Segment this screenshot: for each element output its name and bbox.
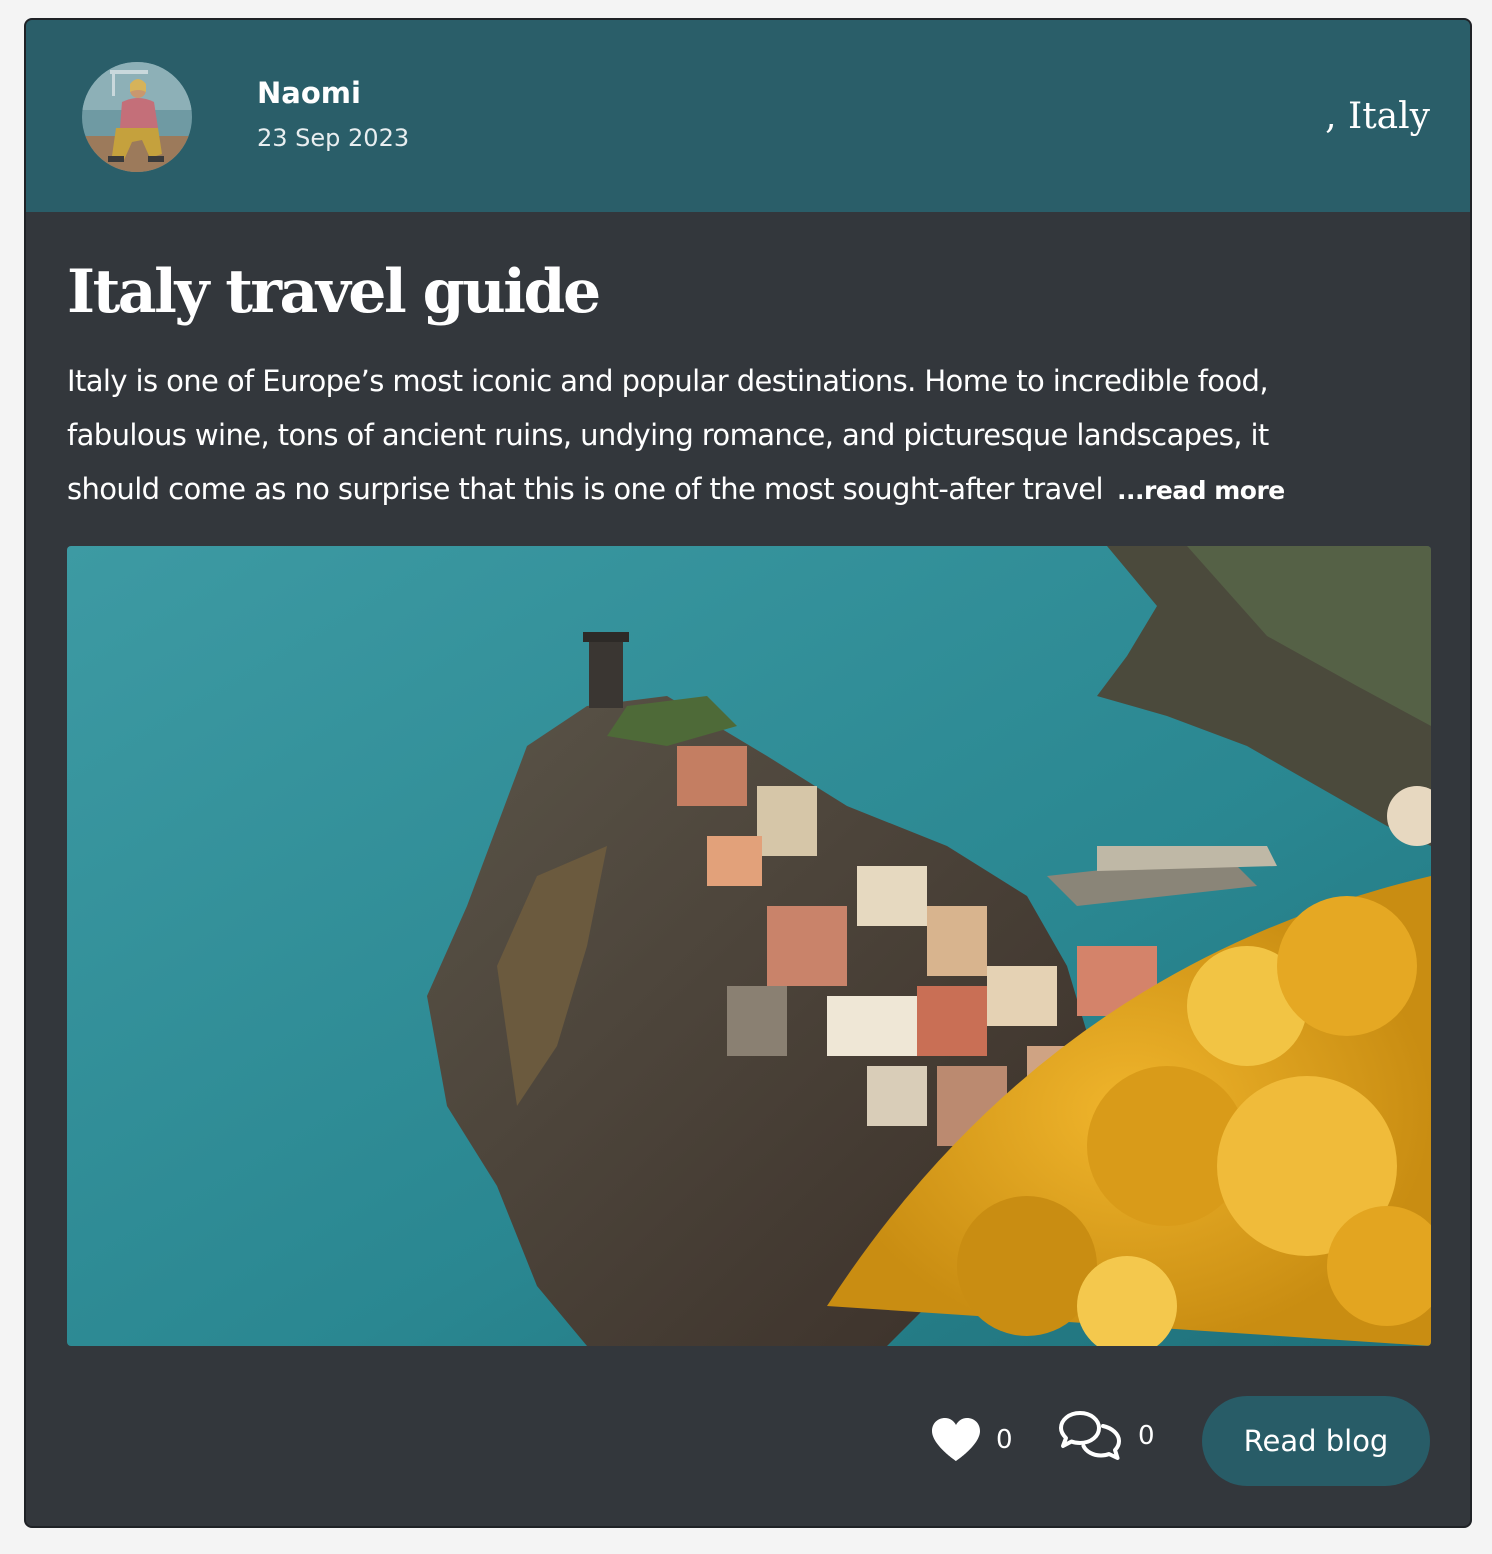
- like-count: 0: [996, 1425, 1013, 1455]
- post-cover-image[interactable]: [67, 546, 1431, 1346]
- cover-photo: [67, 546, 1431, 1346]
- author-avatar[interactable]: [82, 62, 192, 172]
- read-more-link[interactable]: ...read more: [1117, 476, 1285, 505]
- post-actions: 0 0 Read blog: [26, 1396, 1470, 1486]
- post-excerpt: Italy is one of Europe’s most iconic and…: [67, 354, 1431, 518]
- post-date: 23 Sep 2023: [257, 124, 410, 152]
- excerpt-line-last: should come as no surprise that this is …: [67, 462, 1431, 518]
- blog-post-card: Naomi 23 Sep 2023 , Italy Italy travel g…: [24, 18, 1472, 1528]
- comment-button[interactable]: 0: [1058, 1410, 1155, 1462]
- comment-count: 0: [1138, 1421, 1155, 1451]
- post-title[interactable]: Italy travel guide: [67, 254, 601, 330]
- post-header: Naomi 23 Sep 2023 , Italy: [26, 20, 1470, 212]
- excerpt-line: fabulous wine, tons of ancient ruins, un…: [67, 418, 1269, 452]
- avatar-image: [82, 62, 192, 172]
- heart-icon: [932, 1418, 980, 1461]
- author-name[interactable]: Naomi: [257, 76, 361, 110]
- read-blog-button[interactable]: Read blog: [1202, 1396, 1430, 1486]
- excerpt-line-text: should come as no surprise that this is …: [67, 472, 1104, 506]
- comments-icon: [1059, 1411, 1121, 1460]
- excerpt-line: Italy is one of Europe’s most iconic and…: [67, 364, 1269, 398]
- like-button[interactable]: 0: [930, 1414, 1013, 1466]
- post-location[interactable]: , Italy: [1325, 96, 1430, 137]
